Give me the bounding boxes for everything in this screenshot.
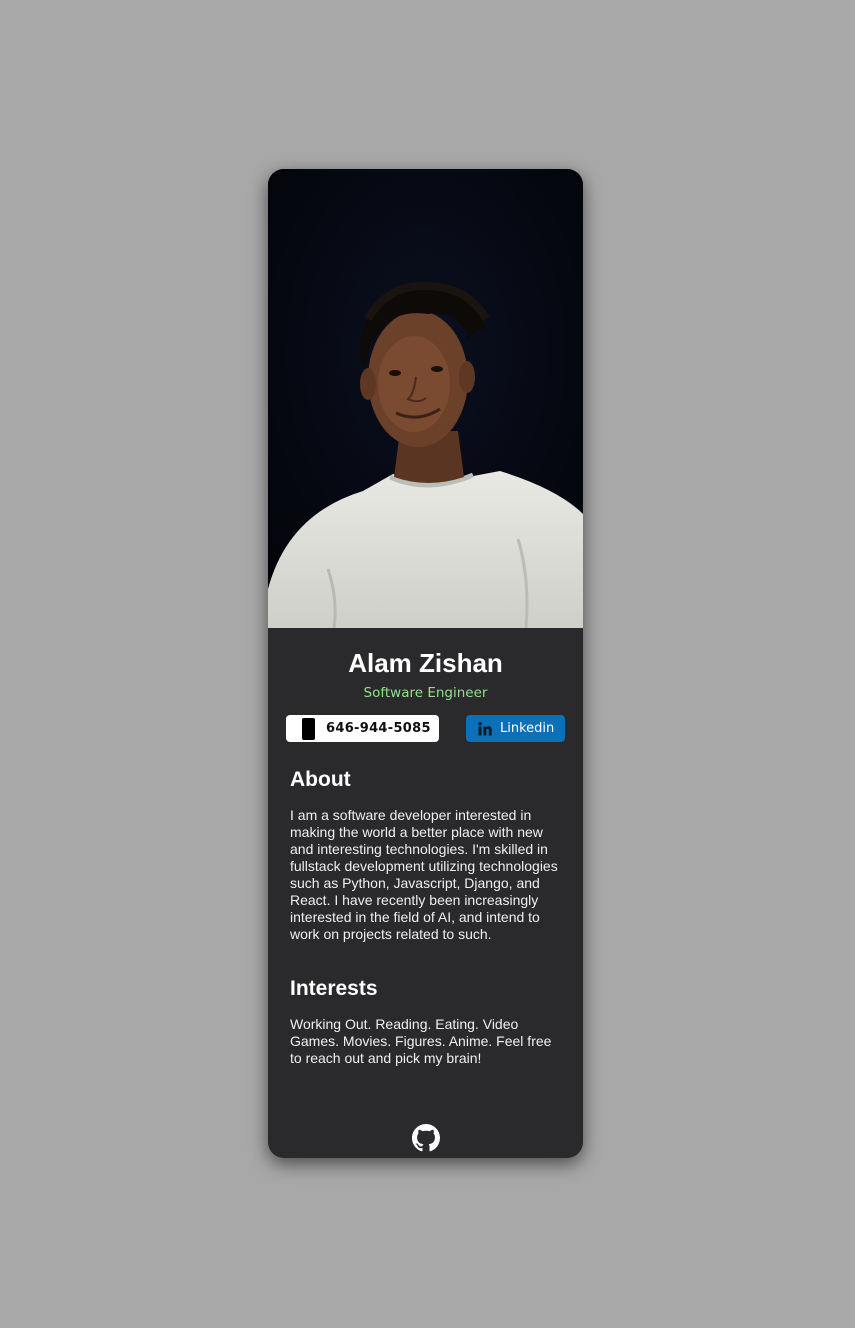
interests-section: Interests Working Out. Reading. Eating. … <box>268 976 583 1067</box>
about-text: I am a software developer interested in … <box>290 807 558 942</box>
about-heading: About <box>290 768 351 791</box>
github-icon[interactable] <box>411 1124 440 1152</box>
contact-buttons: 646-944-5085 Linkedin <box>268 713 583 742</box>
profile-card: Alam Zishan Software Engineer 646-944-50… <box>268 169 583 1158</box>
interests-heading: Interests <box>290 977 378 1000</box>
phone-button[interactable]: 646-944-5085 <box>286 715 439 742</box>
linkedin-button[interactable]: Linkedin <box>466 715 565 742</box>
interests-text: Working Out. Reading. Eating. Video Game… <box>290 1016 552 1066</box>
about-section: About I am a software developer interest… <box>268 767 583 943</box>
profile-title: Software Engineer <box>363 685 488 701</box>
phone-number: 646-944-5085 <box>326 721 431 736</box>
profile-photo <box>268 169 583 628</box>
profile-info: Alam Zishan Software Engineer 646-944-50… <box>268 628 583 742</box>
footer <box>268 1124 583 1152</box>
linkedin-icon <box>478 721 492 736</box>
profile-name: Alam Zishan <box>348 648 503 678</box>
linkedin-label: Linkedin <box>500 721 555 736</box>
phone-icon <box>302 717 315 740</box>
